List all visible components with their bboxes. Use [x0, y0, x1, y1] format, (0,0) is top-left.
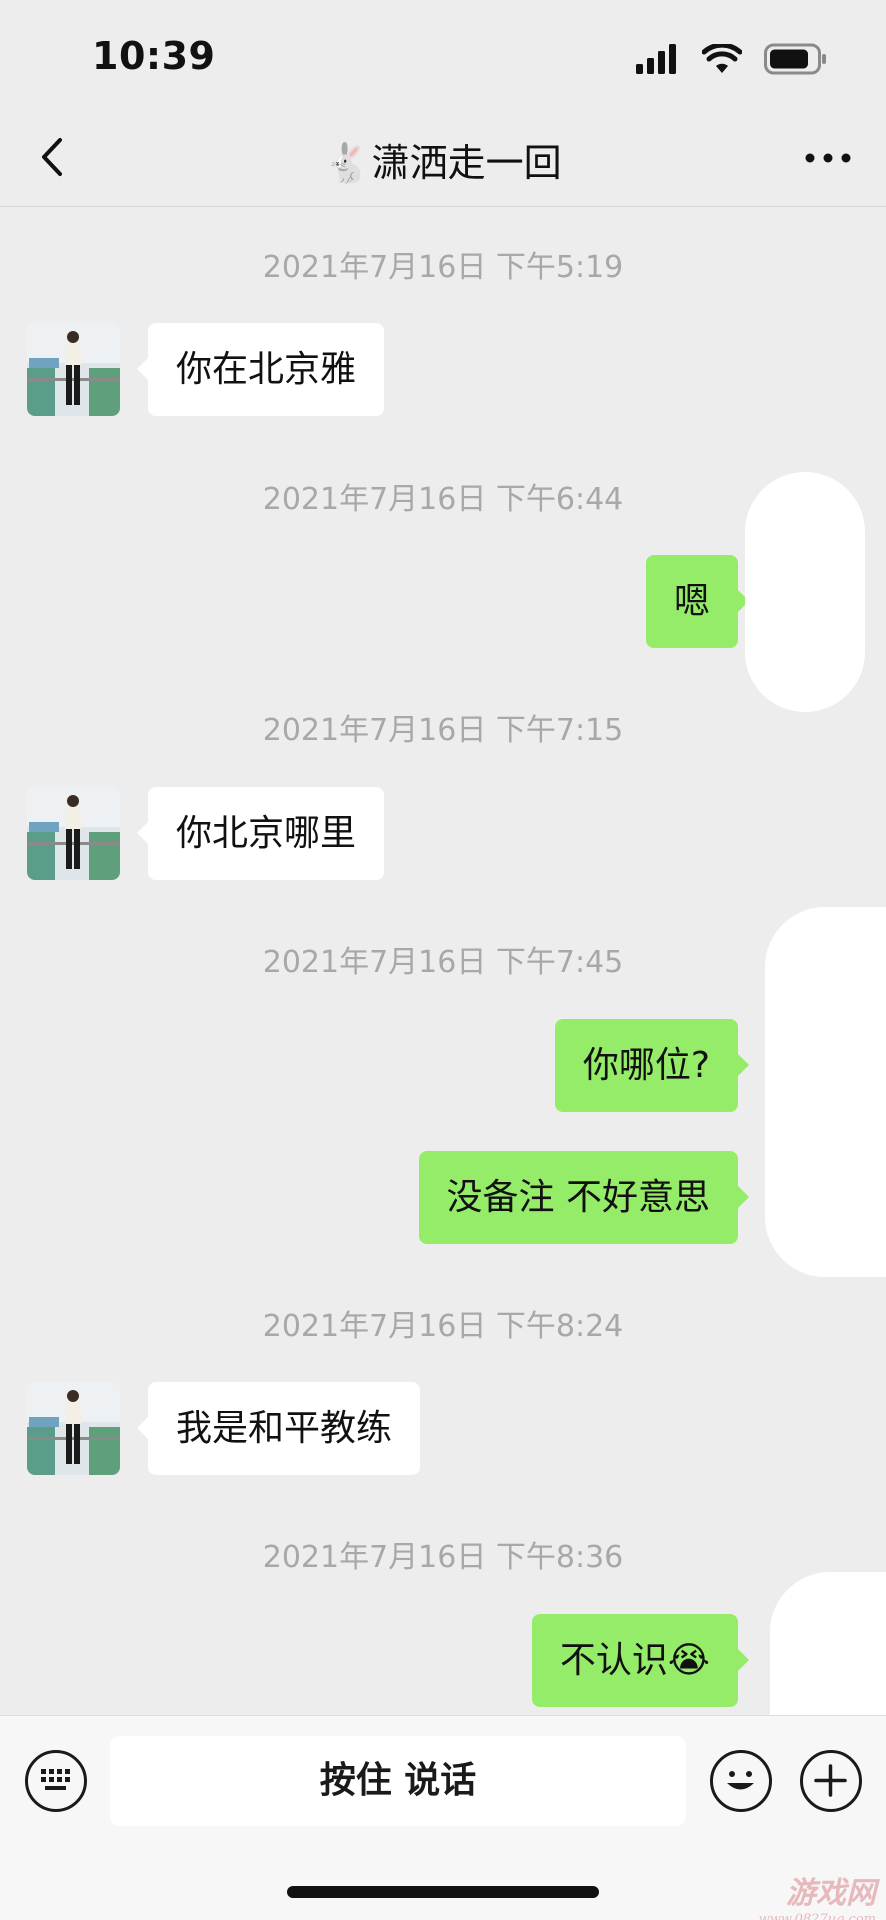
more-dots-icon[interactable]	[800, 136, 856, 180]
watermark-url: www.0827ug.com	[758, 1912, 876, 1920]
redaction-mark	[745, 472, 865, 712]
watermark: 游戏网 www.0827ug.com	[759, 1868, 876, 1920]
message-bubble-outgoing[interactable]: 你哪位?	[554, 1019, 750, 1112]
home-indicator[interactable]	[287, 1886, 599, 1898]
emoji-smile-icon[interactable]	[710, 1750, 772, 1812]
message-bubble-outgoing[interactable]: 不认识😭	[531, 1614, 750, 1707]
message-timestamp: 2021年7月16日 下午8:36	[262, 1540, 624, 1575]
plus-glyph-icon	[814, 1764, 847, 1797]
message-timestamp: 2021年7月16日 下午8:24	[262, 1309, 624, 1344]
avatar-photo-icon	[27, 1382, 120, 1475]
avatar[interactable]	[27, 1382, 120, 1475]
message-list[interactable]: 2021年7月16日 下午5:19 你在北京雅 2021年7月16日 下午6:4…	[0, 207, 886, 1812]
status-bar: 10:39	[0, 0, 886, 110]
wifi-icon	[702, 44, 742, 73]
message-timestamp: 2021年7月16日 下午7:45	[262, 945, 624, 980]
message-bubble-incoming[interactable]: 你在北京雅	[136, 323, 385, 416]
message-bubble-incoming[interactable]: 我是和平教练	[136, 1382, 421, 1475]
message-timestamp: 2021年7月16日 下午5:19	[262, 250, 624, 285]
keyboard-glyph-icon	[41, 1769, 70, 1790]
message-bubble-outgoing[interactable]: 没备注 不好意思	[418, 1151, 750, 1244]
avatar-photo-icon	[27, 323, 120, 416]
status-icons	[636, 42, 828, 76]
battery-icon	[764, 43, 826, 75]
chat-title: 🐇潇洒走一回	[324, 141, 562, 185]
avatar-photo-icon	[27, 787, 120, 880]
redaction-mark	[765, 907, 886, 1277]
nav-bar: 🐇潇洒走一回	[0, 110, 886, 207]
avatar[interactable]	[27, 323, 120, 416]
cellular-signal-icon	[636, 44, 676, 74]
plus-icon[interactable]	[800, 1750, 862, 1812]
avatar[interactable]	[27, 787, 120, 880]
status-time: 10:39	[92, 34, 216, 78]
message-bubble-outgoing[interactable]: 嗯	[645, 555, 750, 648]
chat-screen: 10:39 🐇潇洒走一回 2021年7月16日 下午5:19 你在北京雅 202…	[0, 0, 886, 1920]
keyboard-icon[interactable]	[25, 1750, 87, 1812]
hold-to-talk-button[interactable]: 按住 说话	[110, 1736, 686, 1826]
message-bubble-incoming[interactable]: 你北京哪里	[136, 787, 385, 880]
watermark-name: 游戏网	[786, 1876, 876, 1911]
message-timestamp: 2021年7月16日 下午7:15	[262, 713, 624, 748]
smile-glyph-icon	[727, 1771, 754, 1790]
